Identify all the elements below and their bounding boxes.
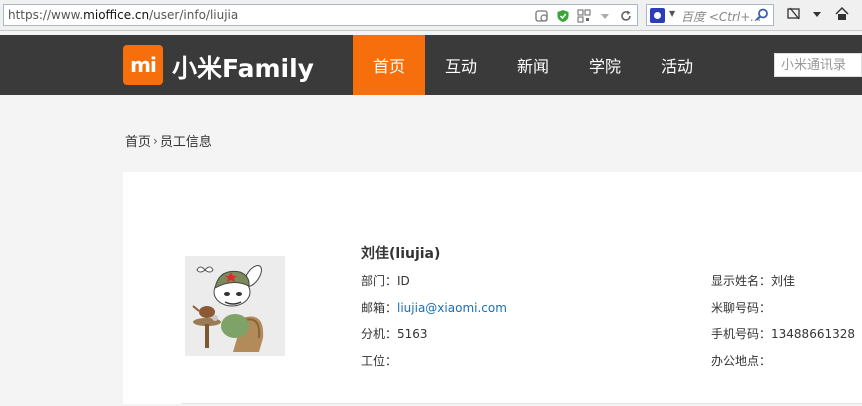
- mobile-label: 手机号码：: [711, 327, 772, 341]
- employee-card: 刘佳(liujia) 部门：ID 邮箱：liujia@xiaomi.com 分机…: [123, 172, 862, 404]
- main-nav: 首页 互动 新闻 学院 活动: [353, 35, 713, 95]
- workstation-field: 工位：: [361, 352, 397, 369]
- breadcrumb-home[interactable]: 首页: [125, 131, 151, 150]
- extension-label: 分机：: [361, 327, 398, 341]
- mi-logo[interactable]: mi: [123, 45, 163, 85]
- search-placeholder: 百度 <Ctrl+...: [681, 10, 762, 24]
- display-name-value: 刘佳: [771, 274, 796, 288]
- search-icon[interactable]: [754, 7, 770, 23]
- mobile-value: 13488661328: [771, 327, 855, 341]
- breadcrumb-current: 员工信息: [159, 135, 212, 150]
- baidu-paw-icon[interactable]: [650, 8, 665, 23]
- display-name-label: 显示姓名：: [711, 274, 772, 288]
- extension-field: 分机：5163: [361, 325, 428, 342]
- avatar: [185, 256, 285, 356]
- nav-interaction[interactable]: 互动: [425, 35, 497, 95]
- compatibility-icon[interactable]: [535, 8, 549, 22]
- michat-label: 米聊号码：: [711, 301, 772, 315]
- refresh-icon[interactable]: [619, 8, 633, 22]
- email-label: 邮箱：: [361, 301, 398, 315]
- email-link[interactable]: liujia@xiaomi.com: [397, 301, 507, 315]
- department-field: 部门：ID: [361, 272, 410, 289]
- menu-dropdown-icon[interactable]: [810, 6, 824, 20]
- browser-search-box[interactable]: ▼ 百度 <Ctrl+...: [646, 4, 774, 26]
- mi-logo-text: mi: [130, 53, 157, 77]
- employee-name: 刘佳(liujia): [361, 246, 441, 262]
- engine-dropdown-icon[interactable]: ▼: [669, 9, 675, 18]
- home-icon[interactable]: [834, 6, 849, 20]
- shield-icon[interactable]: [556, 8, 570, 22]
- divider: [181, 403, 862, 404]
- department-value: ID: [397, 274, 410, 288]
- address-bar[interactable]: https://www.mioffice.cn/user/info/liujia: [3, 4, 638, 26]
- contacts-search-input[interactable]: [774, 53, 862, 77]
- browser-toolbar: https://www.mioffice.cn/user/info/liujia…: [0, 0, 862, 31]
- display-name-field: 显示姓名：刘佳: [711, 272, 795, 289]
- brand-name[interactable]: 小米Family: [172, 49, 314, 85]
- breadcrumb-separator: ›: [153, 133, 158, 148]
- nav-academy[interactable]: 学院: [569, 35, 641, 95]
- dropdown-arrow-icon[interactable]: [598, 8, 612, 22]
- mobile-field: 手机号码：13488661328: [711, 325, 855, 342]
- office-label: 办公地点：: [711, 354, 772, 368]
- url-text[interactable]: https://www.mioffice.cn/user/info/liujia: [8, 8, 238, 22]
- department-label: 部门：: [361, 274, 398, 288]
- nav-activity[interactable]: 活动: [641, 35, 713, 95]
- email-field: 邮箱：liujia@xiaomi.com: [361, 299, 507, 316]
- breadcrumb: 首页 › 员工信息: [125, 131, 212, 151]
- qrcode-icon[interactable]: [577, 8, 591, 23]
- nav-news[interactable]: 新闻: [497, 35, 569, 95]
- michat-field: 米聊号码：: [711, 299, 771, 316]
- office-field: 办公地点：: [711, 352, 771, 369]
- nav-home[interactable]: 首页: [353, 35, 425, 95]
- screenshot-icon[interactable]: [786, 6, 800, 20]
- site-header: mi 小米Family 首页 互动 新闻 学院 活动: [0, 35, 862, 95]
- workstation-label: 工位：: [361, 354, 398, 368]
- extension-value: 5163: [397, 327, 428, 341]
